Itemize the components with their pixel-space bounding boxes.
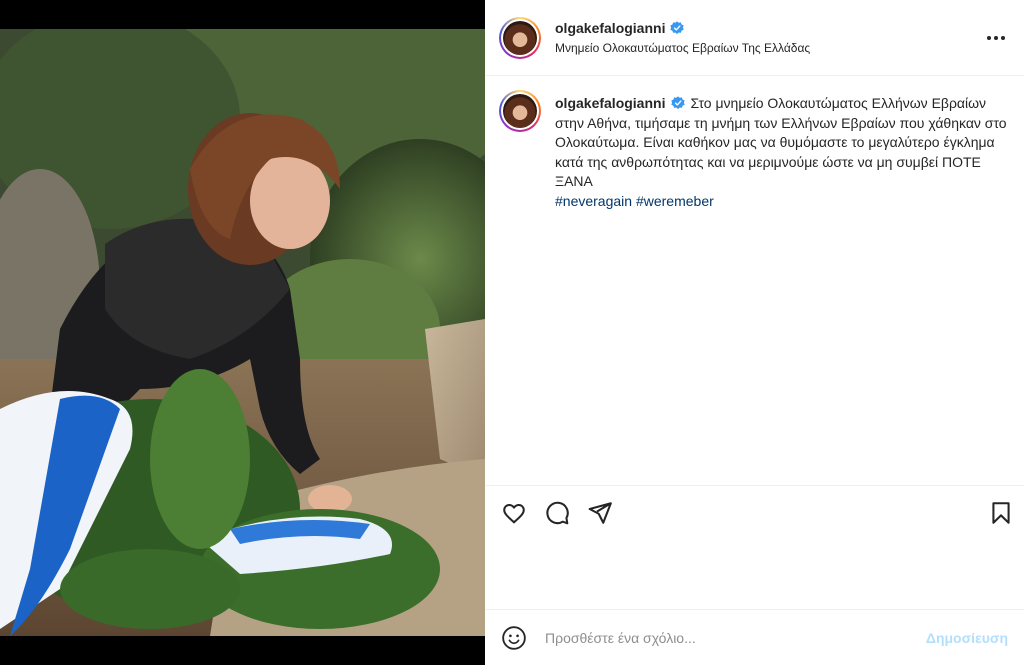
author-avatar[interactable] <box>499 16 541 59</box>
username-row: olgakefalogianni <box>555 20 810 36</box>
post-media <box>0 0 485 665</box>
avatar-photo <box>503 20 537 55</box>
publish-button[interactable]: Δημοσίευση <box>926 630 1008 646</box>
post-actions-bar <box>485 485 1024 540</box>
add-comment-bar: Δημοσίευση <box>485 609 1024 665</box>
hashtag-link[interactable]: #neveragain <box>555 193 632 209</box>
photo-illustration <box>0 29 485 636</box>
verified-badge-icon <box>670 21 685 34</box>
author-username[interactable]: olgakefalogianni <box>555 20 665 36</box>
caption-author-avatar[interactable] <box>499 90 541 132</box>
author-info: olgakefalogianni Μνημείο Ολοκαυτώματος Ε… <box>555 20 810 55</box>
heart-icon[interactable] <box>501 500 527 526</box>
emoji-icon[interactable] <box>501 625 527 651</box>
verified-badge-icon <box>671 96 686 109</box>
post-side-panel: olgakefalogianni Μνημείο Ολοκαυτώματος Ε… <box>485 0 1024 665</box>
caption-username[interactable]: olgakefalogianni <box>555 95 665 111</box>
post-header: olgakefalogianni Μνημείο Ολοκαυτώματος Ε… <box>485 0 1024 76</box>
paper-plane-icon[interactable] <box>587 500 613 526</box>
avatar-photo <box>503 94 537 128</box>
more-options-icon[interactable] <box>984 26 1008 50</box>
caption-body: olgakefalogianni Στο μνημείο Ολοκαυτώματ… <box>555 90 1010 211</box>
comment-input[interactable] <box>545 629 926 646</box>
hashtag-link[interactable]: #weremeber <box>636 193 714 209</box>
post-photo[interactable] <box>0 29 485 636</box>
comment-icon[interactable] <box>544 500 570 526</box>
bookmark-icon[interactable] <box>988 500 1014 526</box>
post-location[interactable]: Μνημείο Ολοκαυτώματος Εβραίων Της Ελλάδα… <box>555 41 810 55</box>
instagram-post-modal: olgakefalogianni Μνημείο Ολοκαυτώματος Ε… <box>0 0 1024 665</box>
post-caption: olgakefalogianni Στο μνημείο Ολοκαυτώματ… <box>485 76 1024 211</box>
